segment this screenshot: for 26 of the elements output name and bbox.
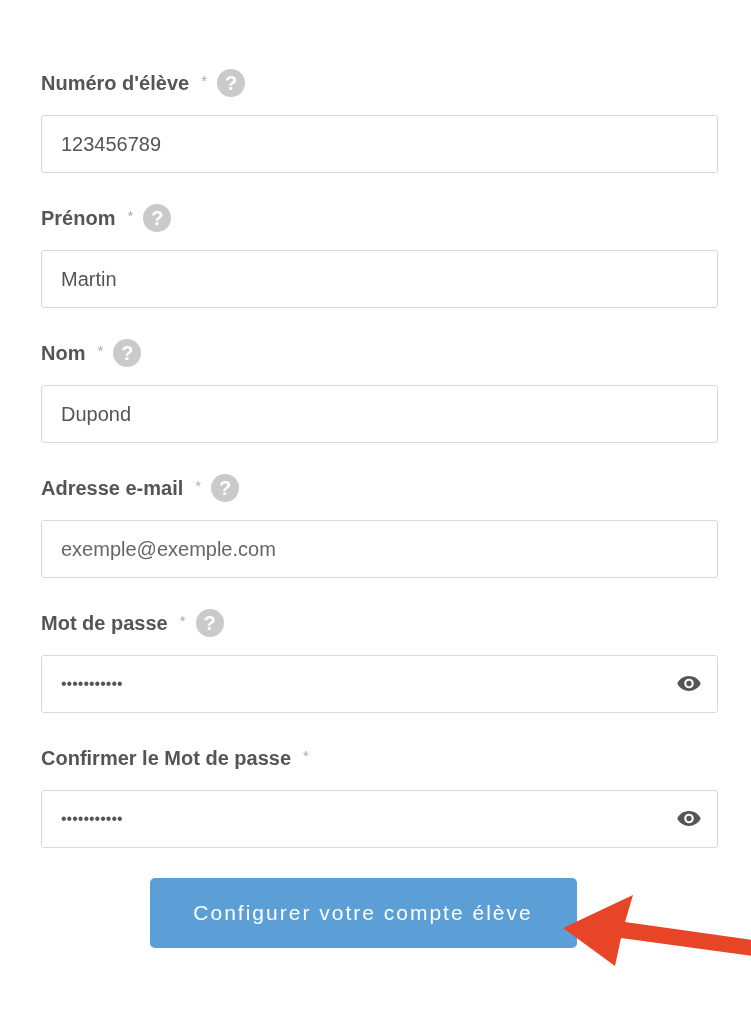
field-label: Prénom [41, 206, 116, 230]
required-mark: * [179, 612, 186, 629]
help-icon[interactable]: ? [113, 339, 142, 367]
eye-icon[interactable] [676, 675, 702, 692]
help-icon[interactable]: ? [211, 474, 240, 502]
help-icon[interactable]: ? [217, 69, 245, 97]
input-field[interactable]: Dupond [41, 385, 718, 443]
input-field[interactable]: Martin [41, 250, 718, 308]
help-icon[interactable]: ? [143, 204, 172, 232]
input-field[interactable]: 123456789 [41, 115, 718, 173]
help-icon[interactable]: ? [195, 609, 224, 637]
required-mark: * [127, 207, 134, 224]
field-label: Nom [41, 341, 86, 365]
input-field[interactable]: exemple@exemple.com [41, 520, 718, 578]
submit-button[interactable]: Configurer votre compte élève [149, 878, 577, 948]
required-mark: * [97, 342, 104, 359]
field-label: Adresse e-mail [41, 476, 184, 500]
required-mark: * [303, 747, 309, 764]
field-label: Numéro d'élève [41, 71, 190, 95]
field-label: Confirmer le Mot de passe [41, 746, 292, 770]
field-label: Mot de passe [41, 611, 168, 635]
eye-icon[interactable] [676, 810, 702, 827]
input-field[interactable]: ••••••••••• [41, 655, 718, 713]
input-field[interactable]: ••••••••••• [41, 790, 718, 848]
required-mark: * [201, 72, 207, 89]
required-mark: * [195, 477, 202, 494]
